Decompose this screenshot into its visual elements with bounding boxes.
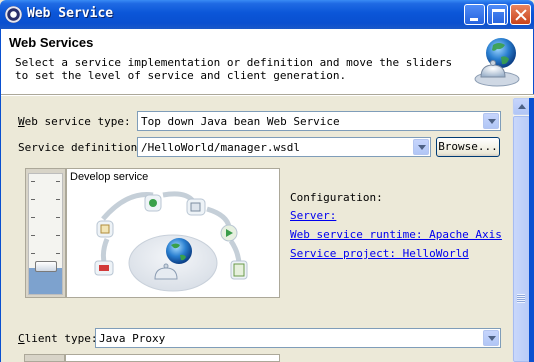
web-service-globe-icon — [474, 38, 520, 87]
window-border-right — [529, 98, 534, 362]
service-type-label: Web service type: — [18, 115, 131, 128]
client-type-select[interactable]: Java Proxy — [95, 328, 501, 348]
slider-tick — [31, 235, 35, 236]
service-type-label-text: eb service type: — [24, 115, 131, 128]
service-type-value: Top down Java bean Web Service — [141, 115, 340, 128]
chevron-down-icon[interactable] — [483, 113, 499, 129]
scrollbar-grip-icon — [517, 294, 525, 303]
runtime-link[interactable]: Web service runtime: Apache Axis — [290, 228, 502, 241]
client-type-label: Client type: — [18, 332, 97, 345]
service-definition-label: Service definition: — [18, 141, 144, 154]
configuration-heading: Configuration: — [290, 191, 383, 204]
browse-button[interactable]: Browse... — [436, 137, 500, 157]
slider-tick — [31, 253, 35, 254]
service-project-link[interactable]: Service project: HelloWorld — [290, 247, 469, 260]
service-type-mnemonic: W — [18, 115, 25, 128]
client-type-mnemonic: C — [18, 332, 25, 345]
vertical-scrollbar[interactable] — [512, 98, 530, 362]
service-level-illustration — [66, 168, 280, 298]
chevron-down-icon[interactable] — [483, 330, 499, 346]
slider-tick — [56, 181, 60, 182]
service-definition-value: /HelloWorld/manager.wsdl — [141, 141, 300, 154]
page-title: Web Services — [9, 35, 94, 50]
maximize-button[interactable] — [487, 4, 508, 25]
service-type-select[interactable]: Top down Java bean Web Service — [137, 111, 501, 131]
slider-tick — [56, 235, 60, 236]
client-slider-panel — [24, 354, 65, 362]
service-level-title: Develop service — [70, 171, 149, 183]
scrollbar-thumb[interactable] — [513, 116, 530, 362]
slider-tick — [56, 217, 60, 218]
develop-service-diagram — [94, 191, 248, 292]
close-button[interactable] — [510, 4, 531, 25]
scroll-up-button[interactable] — [513, 98, 530, 115]
slider-tick — [56, 253, 60, 254]
slider-tick — [31, 181, 35, 182]
window-title: Web Service — [27, 6, 114, 21]
slider-tick — [56, 199, 60, 200]
client-type-value: Java Proxy — [99, 332, 166, 345]
wizard-header: Web Services Select a service implementa… — [0, 29, 534, 94]
service-definition-combo[interactable]: /HelloWorld/manager.wsdl — [137, 137, 431, 157]
minimize-button[interactable] — [464, 4, 485, 25]
window-border-left — [0, 94, 1, 362]
eclipse-icon — [5, 6, 22, 23]
header-separator — [0, 94, 534, 96]
page-description: Select a service implementation or defin… — [15, 56, 453, 82]
client-type-label-text: lient type: — [24, 332, 98, 345]
title-bar: Web Service — [0, 0, 534, 29]
client-level-illustration — [65, 354, 280, 362]
slider-tick — [31, 199, 35, 200]
server-link[interactable]: Server: — [290, 209, 336, 222]
chevron-down-icon[interactable] — [413, 139, 429, 155]
slider-tick — [31, 217, 35, 218]
service-slider-thumb[interactable] — [35, 261, 57, 272]
